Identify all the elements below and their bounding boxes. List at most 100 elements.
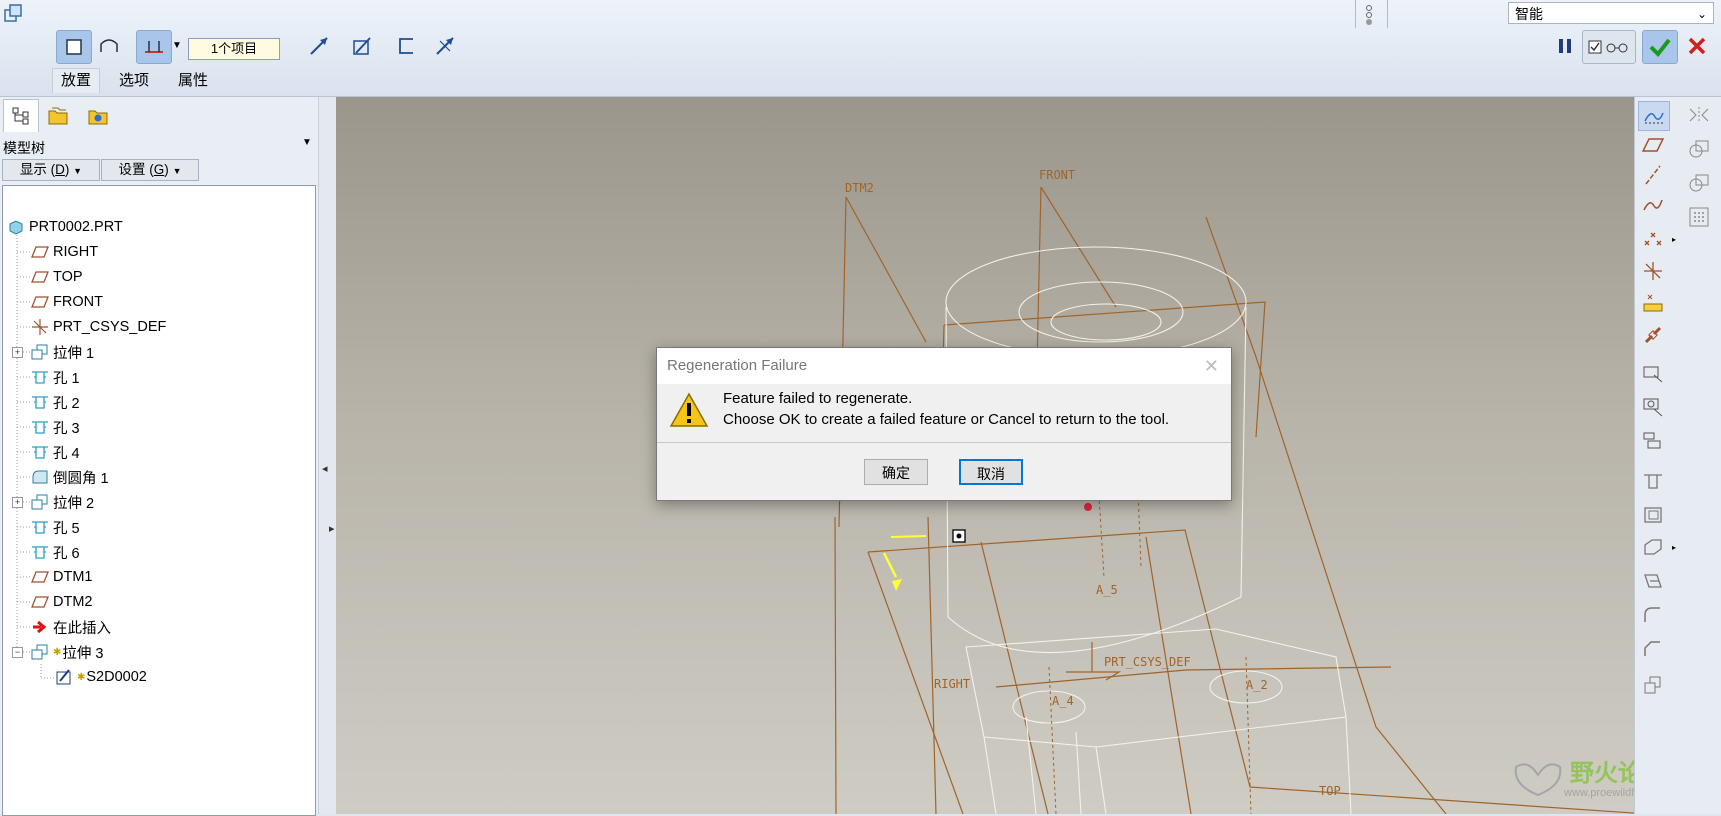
tree-node-hole-5[interactable]: 孔 5 [31,516,80,538]
tree-node-hole-3[interactable]: 孔 3 [31,416,80,438]
expand-right-icon[interactable]: ▸ [329,522,335,535]
folder-icon [48,107,68,125]
collapse-left-icon[interactable]: ◂ [322,462,328,475]
tree-node-part[interactable]: PRT0002.PRT [7,216,123,238]
tree-node-hole-2[interactable]: 孔 2 [31,391,80,413]
datum-point-tool-icon[interactable] [1638,225,1668,253]
cancel-dialog-button[interactable]: 取消 [959,459,1023,485]
tree-node-label: 孔 3 [53,420,80,437]
depth-option-button[interactable] [136,30,172,64]
chevron-down-icon: ⌄ [1696,7,1707,21]
remove-material-icon[interactable] [345,30,379,62]
tree-node-extrude-2[interactable]: 拉伸 2 [31,491,94,513]
divider [1355,0,1356,28]
mirror-tool-icon[interactable] [1684,101,1714,129]
settings-button[interactable]: 设置 (G) ▼ [101,159,199,181]
shell-tool-icon[interactable] [1638,501,1668,529]
extrude-icon [31,344,49,360]
tree-node-round-1[interactable]: 倒圆角 1 [31,466,109,488]
extrude-tool-icon[interactable] [1638,671,1668,699]
close-icon[interactable]: ✕ [1204,348,1219,384]
tree-node-extrude-1[interactable]: 拉伸 1 [31,341,94,363]
axis-label-a2: A_2 [1246,678,1268,692]
warning-icon [669,392,709,428]
tab-placement[interactable]: 放置 [52,68,101,93]
tree-node-hole-1[interactable]: 孔 1 [31,366,80,388]
rib-tool-icon[interactable] [1638,533,1668,561]
cancel-button[interactable] [1680,30,1714,62]
datum-plane-tool-icon[interactable] [1638,131,1668,159]
tree-node-dtm1[interactable]: DTM1 [31,566,92,588]
favorites-icon [88,110,108,125]
flip-direction-icon[interactable] [302,30,336,62]
draft-tool-icon[interactable] [1638,567,1668,595]
model-tree-tab[interactable] [3,99,39,132]
panel-menu-icon[interactable]: ▼ [302,137,312,148]
model-tree-title: 模型树 [3,140,45,156]
chevron-down-icon[interactable]: ▼ [172,40,182,51]
dialog-message-line1: Feature failed to regenerate. [723,390,913,407]
intersect-tool-icon[interactable] [1684,169,1714,197]
confirm-button[interactable] [1642,30,1678,64]
csys-tool-icon[interactable] [1638,257,1668,285]
chain-tool-icon[interactable] [1638,321,1668,349]
analysis-tool-icon[interactable] [1638,289,1668,317]
tree-node-sketch[interactable]: ✱ S2D0002 [55,666,147,688]
tree-node-hole-4[interactable]: 孔 4 [31,441,80,463]
datum-display-icon[interactable] [1638,101,1670,131]
tree-node-label: RIGHT [53,244,99,260]
round-tool-icon[interactable] [1638,601,1668,629]
annotation-tool-icon[interactable] [1638,359,1668,387]
chevron-right-icon[interactable]: ▸ [1672,543,1676,552]
surface-button[interactable] [92,30,126,62]
tree-node-label: S2D0002 [86,669,147,685]
expand-toggle[interactable]: + [12,497,23,508]
ok-button[interactable]: 确定 [864,459,928,485]
tree-node-dtm2[interactable]: DTM2 [31,591,92,613]
view-tool-icon[interactable] [1638,393,1668,421]
tree-node-extrude-3[interactable]: ✱ 拉伸 3 [31,641,103,663]
round-icon [31,469,49,485]
tree-node-top[interactable]: TOP [31,266,83,288]
items-count-field[interactable]: 1个项目 [188,38,280,60]
tree-node-front[interactable]: FRONT [31,291,103,313]
chamfer-tool-icon[interactable] [1638,635,1668,663]
tree-node-hole-6[interactable]: 孔 6 [31,541,80,563]
show-shortcut: (D) [50,162,70,177]
filter-select[interactable]: 智能 ⌄ [1508,2,1714,24]
expand-toggle[interactable]: + [12,347,23,358]
tree-icon [12,107,29,125]
tab-options[interactable]: 选项 [119,69,149,90]
sketch-icon [55,669,73,685]
preview-toggle[interactable] [1582,30,1636,64]
hole-tool-icon[interactable] [1638,467,1668,495]
hole-icon [31,444,49,460]
flip-thicken-icon[interactable] [428,30,462,62]
dialog-titlebar[interactable]: Regeneration Failure ✕ [657,348,1231,384]
tree-node-label: PRT_CSYS_DEF [53,319,167,335]
tree-node-csys[interactable]: PRT_CSYS_DEF [31,316,166,338]
tree-node-right[interactable]: RIGHT [31,241,98,263]
datum-curve-tool-icon[interactable] [1638,191,1668,219]
show-button[interactable]: 显示 (D) ▼ [2,159,100,181]
divider [1387,0,1388,28]
favorites-tab[interactable] [82,101,114,131]
tab-properties[interactable]: 属性 [178,69,208,90]
collapse-toggle[interactable]: − [12,647,23,658]
panel-splitter[interactable]: ◂ ▸ [318,97,337,814]
merge-tool-icon[interactable] [1684,135,1714,163]
folder-browser-tab[interactable] [42,101,74,131]
thicken-sketch-icon[interactable] [390,30,424,62]
feature-icon [2,2,24,24]
extrude-icon [31,494,49,510]
tree-node-insert-here[interactable]: 在此插入 [31,616,111,638]
chevron-right-icon[interactable]: ▸ [1672,235,1676,244]
chevron-down-icon: ▼ [172,166,182,176]
pattern-tool-icon[interactable] [1684,203,1714,231]
datum-axis-tool-icon[interactable] [1638,161,1668,189]
solid-button[interactable] [56,30,92,64]
layout-tool-icon[interactable] [1638,427,1668,455]
pause-button[interactable] [1548,30,1582,62]
watermark: 野火论坛 www.proewildfire.cn [1508,749,1666,811]
show-shortcut-key: D [55,162,65,177]
